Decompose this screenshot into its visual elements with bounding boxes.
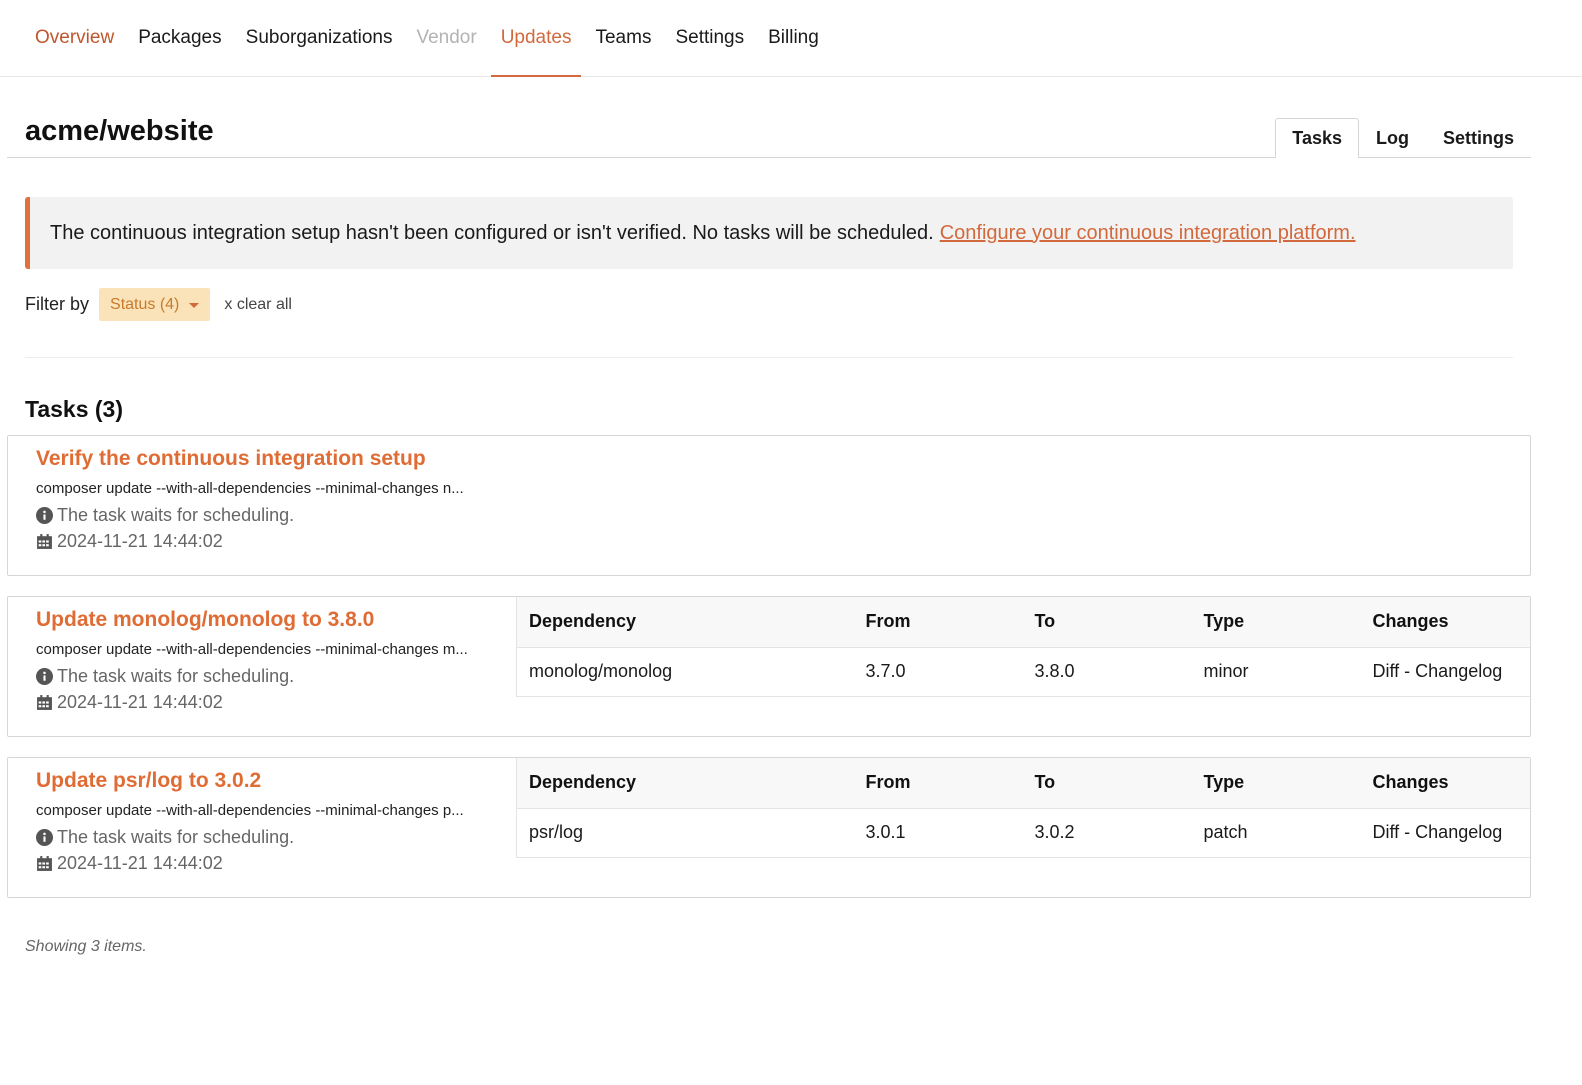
dependency-table: Dependency From To Type Changes monolog/…: [516, 597, 1530, 697]
task-command: composer update --with-all-dependencies …: [36, 480, 464, 497]
task-title-link[interactable]: Update monolog/monolog to 3.8.0: [36, 608, 506, 632]
table-row: psr/log 3.0.1 3.0.2 patch Diff - Changel…: [516, 808, 1530, 858]
status-filter-dropdown[interactable]: Status (4): [99, 288, 211, 321]
header-changes: Changes: [1360, 758, 1530, 809]
task-date-text: 2024-11-21 14:44:02: [57, 531, 223, 551]
configure-ci-link[interactable]: Configure your continuous integration pl…: [940, 222, 1356, 245]
cell-type: minor: [1191, 647, 1361, 697]
nav-billing[interactable]: Billing: [758, 0, 829, 76]
task-card: Update psr/log to 3.0.2 composer update …: [7, 757, 1531, 898]
calendar-icon: [37, 856, 52, 871]
ci-warning-alert: The continuous integration setup hasn't …: [25, 197, 1513, 269]
nav-suborganizations[interactable]: Suborganizations: [236, 0, 403, 76]
tab-tasks[interactable]: Tasks: [1275, 118, 1359, 158]
header-to: To: [1022, 597, 1192, 648]
header-from: From: [853, 758, 1023, 809]
nav-teams[interactable]: Teams: [585, 0, 661, 76]
page-header: acme/website Tasks Log Settings: [7, 115, 1531, 158]
alert-text: The continuous integration setup hasn't …: [50, 221, 934, 244]
cell-dependency: psr/log: [516, 808, 854, 858]
cell-to: 3.0.2: [1022, 808, 1192, 858]
tasks-heading: Tasks (3): [25, 396, 124, 422]
task-date: 2024-11-21 14:44:02: [36, 692, 506, 713]
task-date-text: 2024-11-21 14:44:02: [57, 692, 223, 712]
header-to: To: [1022, 758, 1192, 809]
cell-changes[interactable]: Diff - Changelog: [1360, 808, 1530, 858]
info-circle-icon: [36, 829, 53, 846]
cell-from: 3.0.1: [853, 808, 1023, 858]
caret-down-icon: [189, 303, 200, 308]
task-status-text: The task waits for scheduling.: [57, 505, 295, 525]
task-status-text: The task waits for scheduling.: [57, 827, 295, 847]
task-command: composer update --with-all-dependencies …: [36, 641, 468, 658]
task-card: Verify the continuous integration setup …: [7, 435, 1531, 576]
cell-type: patch: [1191, 808, 1361, 858]
info-circle-icon: [36, 507, 53, 524]
header-changes: Changes: [1360, 597, 1530, 648]
nav-vendor[interactable]: Vendor: [406, 0, 486, 76]
calendar-icon: [37, 534, 52, 549]
calendar-icon: [37, 695, 52, 710]
status-filter-label: Status (4): [110, 295, 180, 313]
header-dependency: Dependency: [516, 758, 854, 809]
header-from: From: [853, 597, 1023, 648]
task-card: Update monolog/monolog to 3.8.0 composer…: [7, 596, 1531, 737]
task-title-link[interactable]: Verify the continuous integration setup: [36, 447, 506, 471]
task-info: Update psr/log to 3.0.2 composer update …: [36, 758, 506, 874]
filter-bar: Filter by Status (4) x clear all: [25, 288, 292, 321]
cell-dependency: monolog/monolog: [516, 647, 854, 697]
tab-settings[interactable]: Settings: [1426, 118, 1531, 158]
task-date: 2024-11-21 14:44:02: [36, 531, 506, 552]
header-type: Type: [1191, 758, 1361, 809]
page-title: acme/website: [25, 115, 214, 147]
showing-count: Showing 3 items.: [25, 938, 147, 955]
task-info: Update monolog/monolog to 3.8.0 composer…: [36, 597, 506, 713]
table-header-row: Dependency From To Type Changes: [516, 758, 1530, 809]
dependency-table: Dependency From To Type Changes psr/log …: [516, 758, 1530, 858]
task-status-text: The task waits for scheduling.: [57, 666, 295, 686]
task-status: The task waits for scheduling.: [36, 827, 506, 848]
task-title-link[interactable]: Update psr/log to 3.0.2: [36, 769, 506, 793]
clear-all-filters-link[interactable]: x clear all: [224, 296, 292, 314]
task-status: The task waits for scheduling.: [36, 505, 506, 526]
cell-changes[interactable]: Diff - Changelog: [1360, 647, 1530, 697]
task-date-text: 2024-11-21 14:44:02: [57, 853, 223, 873]
divider: [25, 357, 1513, 358]
task-date: 2024-11-21 14:44:02: [36, 853, 506, 874]
header-type: Type: [1191, 597, 1361, 648]
nav-overview[interactable]: Overview: [25, 0, 124, 76]
header-dependency: Dependency: [516, 597, 854, 648]
filter-label: Filter by: [25, 294, 90, 314]
nav-settings[interactable]: Settings: [665, 0, 754, 76]
tab-log[interactable]: Log: [1359, 118, 1426, 158]
task-command: composer update --with-all-dependencies …: [36, 802, 464, 819]
task-status: The task waits for scheduling.: [36, 666, 506, 687]
cell-to: 3.8.0: [1022, 647, 1192, 697]
task-info: Verify the continuous integration setup …: [36, 436, 506, 552]
table-row: monolog/monolog 3.7.0 3.8.0 minor Diff -…: [516, 647, 1530, 697]
subtabs: Tasks Log Settings: [1275, 118, 1531, 158]
top-nav: Overview Packages Suborganizations Vendo…: [0, 0, 1582, 77]
table-header-row: Dependency From To Type Changes: [516, 597, 1530, 648]
info-circle-icon: [36, 668, 53, 685]
nav-packages[interactable]: Packages: [128, 0, 231, 76]
nav-updates[interactable]: Updates: [490, 0, 582, 77]
cell-from: 3.7.0: [853, 647, 1023, 697]
